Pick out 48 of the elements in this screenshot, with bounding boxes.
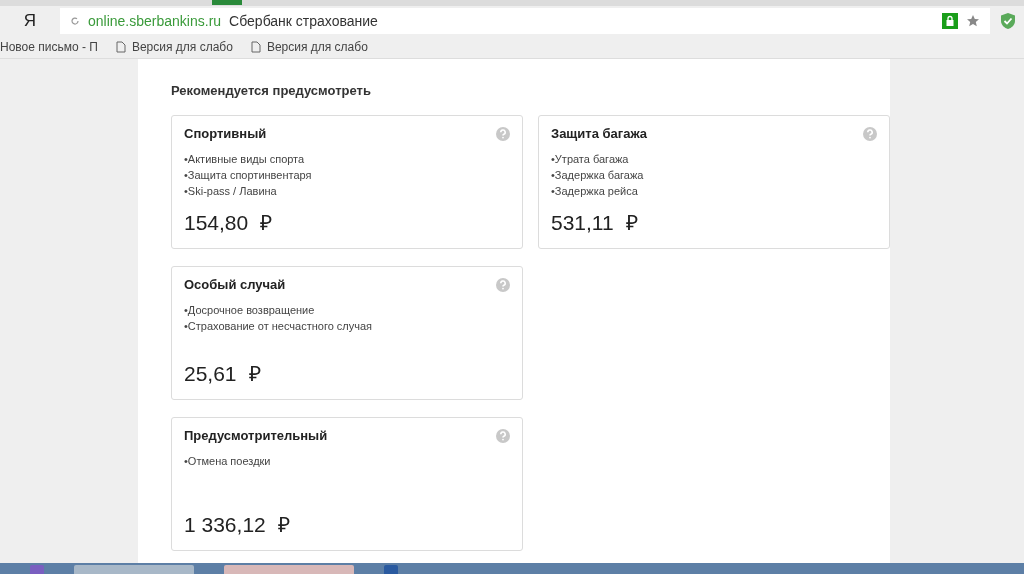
taskbar-window[interactable] [74, 565, 194, 574]
feature-item: •Утрата багажа [551, 152, 630, 167]
feature-item: •Ski-pass / Лавина [184, 184, 278, 199]
browser-logo[interactable]: Я [0, 11, 60, 31]
feature-item: •Защита спортинвентаря [184, 168, 313, 183]
shield-check-icon[interactable] [1000, 12, 1016, 30]
card-title: Защита багажа [551, 126, 648, 141]
help-icon[interactable] [863, 126, 877, 141]
currency-sign: ₽ [248, 361, 261, 387]
feature-item: •Задержка рейса [551, 184, 639, 199]
price: 531,11 [551, 211, 614, 235]
insurance-option-card[interactable]: Особый случай •Досрочное возвращение •Страхование от несчастного случая 25,61 ₽ [171, 266, 523, 400]
app-icon[interactable] [384, 565, 398, 574]
taskbar-window[interactable] [224, 565, 354, 574]
page-icon [115, 41, 126, 53]
insurance-option-card[interactable]: Спортивный •Активные виды спорта •Защита спортинвентаря •Ski-pass / Лавина 154,80 ₽ [171, 115, 523, 249]
bookmark-link[interactable]: Версия для слабо [131, 40, 233, 54]
address-bar[interactable]: online.sberbankins.ru Сбербанк страхование [60, 8, 990, 34]
page-icon [250, 41, 261, 53]
price: 1 336,12 [184, 513, 266, 537]
currency-sign: ₽ [277, 512, 290, 538]
currency-sign: ₽ [260, 210, 273, 236]
insurance-option-card[interactable]: Защита багажа •Утрата багажа •Задержка багажа •Задержка рейса 531,11 ₽ [538, 115, 890, 249]
section-title: Рекомендуется предусмотреть [171, 83, 372, 98]
active-tab-indicator[interactable] [212, 0, 242, 5]
feature-item: •Задержка багажа [551, 168, 645, 183]
app-icon[interactable] [30, 565, 44, 574]
help-icon[interactable] [496, 428, 510, 443]
help-icon[interactable] [496, 126, 510, 141]
feature-item: •Досрочное возвращение [184, 303, 316, 318]
url-text: online.sberbankins.ru [88, 13, 222, 29]
lock-icon[interactable] [942, 13, 958, 29]
page-title: Сбербанк страхование [229, 13, 379, 29]
feature-item: •Активные виды спорта [184, 152, 306, 167]
card-title: Особый случай [184, 277, 286, 292]
feature-item: •Страхование от несчастного случая [184, 319, 374, 334]
price: 154,80 [184, 211, 249, 235]
star-icon[interactable] [966, 14, 980, 28]
bookmark-link[interactable]: Версия для слабо [266, 40, 368, 54]
currency-sign: ₽ [625, 210, 638, 236]
card-title: Спортивный [184, 126, 267, 141]
bookmark-link[interactable]: Новое письмо - П [0, 40, 98, 54]
price: 25,61 [184, 362, 237, 386]
insurance-option-card[interactable]: Предусмотрительный •Отмена поездки 1 336,12 ₽ [171, 417, 523, 551]
feature-item: •Отмена поездки [184, 454, 272, 469]
help-icon[interactable] [496, 277, 510, 292]
card-title: Предусмотрительный [184, 428, 328, 443]
reload-icon[interactable] [70, 16, 80, 26]
